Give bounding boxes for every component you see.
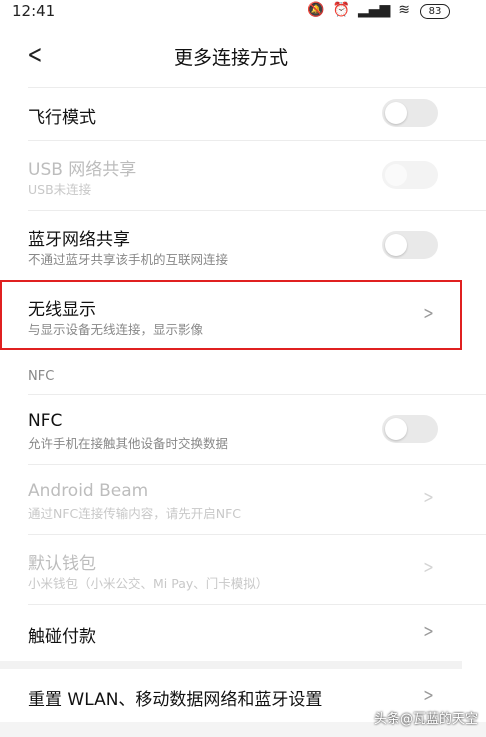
default-wallet-label: 默认钱包 [28,554,96,574]
default-wallet-sub: 小米钱包（小米公交、Mi Pay、门卡模拟） [28,576,269,591]
tap-and-pay-row[interactable]: 触碰付款 > [0,605,462,660]
usb-tethering-toggle [382,161,438,189]
airplane-mode-label: 飞行模式 [28,108,96,128]
highlight-box [0,280,462,350]
nfc-toggle[interactable] [382,415,438,443]
mute-icon: 🔕 [307,2,325,18]
section-gap [0,661,462,669]
battery-icon: 83 [420,4,450,19]
wifi-icon: ≋ [398,2,410,18]
status-bar: 12:41 🔕 ⏰ ▂▄▆ ≋ 83 [0,0,486,24]
airplane-mode-row[interactable]: 飞行模式 [0,88,462,140]
nfc-section-header: NFC [28,369,55,384]
toggle-knob [385,234,407,256]
chevron-right-icon: > [423,557,434,578]
usb-tethering-label: USB 网络共享 [28,160,137,180]
nfc-sub: 允许手机在接触其他设备时交换数据 [28,436,229,451]
app-header: < 更多连接方式 [0,28,462,84]
bluetooth-tethering-label: 蓝牙网络共享 [28,230,130,250]
status-icons: 🔕 ⏰ ▂▄▆ ≋ [307,2,410,18]
bluetooth-tethering-sub: 不通过蓝牙共享该手机的互联网连接 [28,252,229,267]
usb-tethering-row: USB 网络共享 USB未连接 [0,141,462,209]
bluetooth-tethering-row[interactable]: 蓝牙网络共享 不通过蓝牙共享该手机的互联网连接 [0,211,462,279]
default-wallet-row: 默认钱包 小米钱包（小米公交、Mi Pay、门卡模拟） > [0,535,462,603]
signal-icon: ▂▄▆ [357,2,391,18]
airplane-mode-toggle[interactable] [382,99,438,127]
toggle-knob [385,418,407,440]
chevron-right-icon: > [423,487,434,508]
chevron-right-icon: > [423,685,434,706]
bluetooth-tethering-toggle[interactable] [382,231,438,259]
android-beam-row: Android Beam 通过NFC连接传输内容，请先开启NFC > [0,465,462,533]
chevron-right-icon: > [423,621,434,642]
page-title: 更多连接方式 [173,47,288,69]
alarm-icon: ⏰ [332,2,350,18]
toggle-knob [385,102,407,124]
nfc-row[interactable]: NFC 允许手机在接触其他设备时交换数据 [0,395,462,463]
toggle-knob [385,164,407,186]
android-beam-label: Android Beam [28,481,149,501]
reset-network-label: 重置 WLAN、移动数据网络和蓝牙设置 [28,690,323,710]
tap-and-pay-label: 触碰付款 [28,627,96,647]
status-time: 12:41 [12,2,56,20]
android-beam-sub: 通过NFC连接传输内容，请先开启NFC [28,506,242,521]
watermark: 头条@瓦蓝的天空 [373,712,478,727]
usb-tethering-sub: USB未连接 [28,182,92,197]
nfc-label: NFC [28,411,63,431]
